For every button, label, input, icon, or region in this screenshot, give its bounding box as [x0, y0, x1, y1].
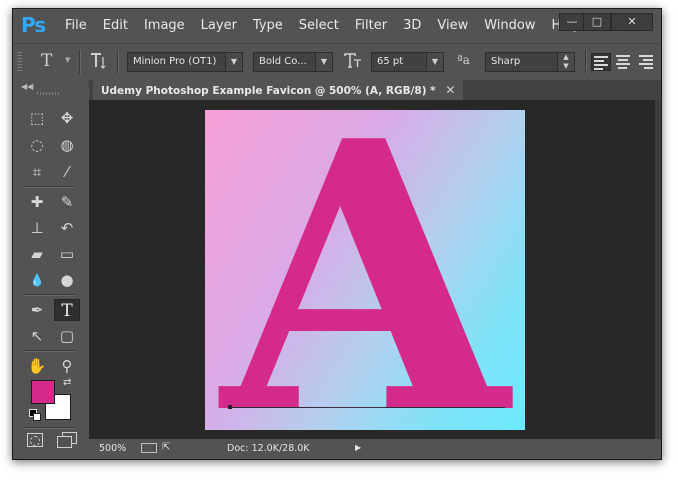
align-left-button[interactable]: [591, 53, 611, 71]
default-colors-icon[interactable]: [29, 409, 41, 421]
rectangular-marquee-icon[interactable]: ⬚: [24, 107, 50, 129]
lasso-icon[interactable]: ◌: [24, 134, 50, 156]
path-selection-icon[interactable]: ↖: [24, 325, 50, 347]
font-size-icon: [343, 51, 363, 75]
status-menu-arrow-icon[interactable]: ▶: [355, 443, 361, 452]
shape-tool-icon[interactable]: ▢: [54, 325, 80, 347]
font-size-value: 65 pt: [377, 56, 404, 67]
collapse-panel-icon[interactable]: ◀◀: [21, 82, 33, 91]
menu-window[interactable]: Window: [476, 9, 543, 43]
text-orientation-icon[interactable]: [89, 51, 107, 75]
antialias-value: Sharp: [491, 56, 521, 67]
crop-icon[interactable]: ⌗: [24, 161, 50, 183]
document-tab-bar: Udemy Photoshop Example Favicon @ 500% (…: [89, 80, 661, 100]
menu-file[interactable]: File: [57, 9, 95, 43]
menu-edit[interactable]: Edit: [95, 9, 136, 43]
document-profile-icon[interactable]: [141, 443, 157, 453]
gradient-icon[interactable]: ▭: [54, 243, 80, 265]
font-style-value: Bold Co...: [259, 56, 307, 67]
photoshop-window: Ps File Edit Image Layer Type Select Fil…: [12, 8, 662, 460]
document-tab-title: Udemy Photoshop Example Favicon @ 500% (…: [101, 85, 436, 97]
zoom-level[interactable]: 500%: [99, 443, 126, 454]
status-bar: 500% ⇱ Doc: 12.0K/28.0K ▶: [89, 439, 661, 459]
photoshop-logo: Ps: [21, 13, 46, 37]
canvas-area[interactable]: A: [89, 100, 655, 439]
menu-select[interactable]: Select: [291, 9, 347, 43]
screen-mode-icon[interactable]: [57, 432, 77, 448]
font-family-dropdown[interactable]: Minion Pro (OT1) ▼: [127, 52, 243, 72]
options-separator: [79, 50, 81, 74]
close-window-button[interactable]: ✕: [611, 13, 653, 31]
antialias-dropdown[interactable]: Sharp ▲ ▼: [485, 52, 575, 72]
hand-icon[interactable]: ✋: [24, 355, 50, 377]
align-center-button[interactable]: [614, 53, 634, 71]
move-tool-icon[interactable]: ✥: [54, 107, 80, 129]
clone-stamp-icon[interactable]: ⊥: [24, 217, 50, 239]
healing-brush-icon[interactable]: ✚: [24, 191, 50, 213]
minimize-button[interactable]: —: [559, 13, 585, 31]
zoom-icon[interactable]: ⚲: [54, 355, 80, 377]
antialias-icon: ªa: [457, 53, 470, 67]
tool-separator: [23, 294, 75, 296]
menu-layer[interactable]: Layer: [193, 9, 245, 43]
text-cursor-handle: [228, 405, 232, 409]
chevron-down-icon: ▼: [315, 53, 332, 71]
eyedropper-icon[interactable]: ⁄: [54, 161, 80, 183]
options-separator: [117, 50, 119, 74]
font-size-dropdown[interactable]: 65 pt ▼: [371, 52, 444, 72]
menu-image[interactable]: Image: [136, 9, 193, 43]
tool-separator: [23, 350, 75, 352]
font-family-value: Minion Pro (OT1): [133, 56, 217, 67]
options-separator: [585, 50, 587, 74]
maximize-button[interactable]: □: [583, 13, 611, 31]
toolbox-grip: [37, 92, 59, 95]
options-bar: T ▼ Minion Pro (OT1) ▼ Bold Co... ▼ 65 p…: [13, 43, 661, 81]
quick-selection-icon[interactable]: ◍: [54, 134, 80, 156]
quick-mask-icon[interactable]: [27, 433, 43, 447]
document-canvas[interactable]: A: [205, 110, 525, 430]
history-brush-icon[interactable]: ↶: [54, 217, 80, 239]
foreground-color-swatch[interactable]: [31, 380, 55, 404]
chevron-down-icon: ▼: [225, 53, 242, 71]
tool-separator: [23, 427, 75, 429]
align-right-button[interactable]: [637, 53, 657, 71]
eraser-icon[interactable]: ▰: [24, 243, 50, 265]
chevron-updown-icon: ▲ ▼: [557, 53, 574, 71]
type-tool-icon[interactable]: T: [54, 299, 80, 321]
tool-separator: [23, 186, 75, 188]
text-baseline: [230, 407, 505, 408]
letter-a-artwork: A: [216, 110, 517, 430]
menu-items: File Edit Image Layer Type Select Filter…: [57, 9, 589, 43]
swap-colors-icon[interactable]: ⇄: [63, 377, 71, 388]
letter-a-glyph: A: [216, 110, 517, 430]
menu-bar: Ps File Edit Image Layer Type Select Fil…: [13, 9, 661, 43]
type-tool-preset-icon[interactable]: T: [41, 51, 52, 71]
blur-icon[interactable]: 💧: [24, 269, 50, 291]
font-style-dropdown[interactable]: Bold Co... ▼: [253, 52, 333, 72]
pen-icon[interactable]: ✒: [24, 299, 50, 321]
chevron-down-icon: ▼: [426, 53, 443, 71]
tool-preset-arrow-icon[interactable]: ▼: [65, 56, 70, 64]
brush-icon[interactable]: ✎: [54, 191, 80, 213]
options-grip: [17, 52, 22, 72]
share-icon[interactable]: ⇱: [162, 442, 170, 453]
toolbox: ◀◀ ⬚ ✥ ◌ ◍ ⌗ ⁄ ✚ ✎ ⊥ ↶ ▰ ▭ 💧 ● ✒ T ↖ ▢ ✋…: [13, 80, 87, 459]
dodge-icon[interactable]: ●: [54, 269, 80, 291]
document-tab[interactable]: Udemy Photoshop Example Favicon @ 500% (…: [93, 80, 464, 100]
menu-type[interactable]: Type: [245, 9, 291, 43]
menu-view[interactable]: View: [429, 9, 476, 43]
menu-filter[interactable]: Filter: [347, 9, 395, 43]
vertical-scrollbar[interactable]: [655, 100, 661, 439]
document-size-info: Doc: 12.0K/28.0K: [227, 443, 310, 454]
menu-3d[interactable]: 3D: [395, 9, 429, 43]
close-tab-icon[interactable]: ✕: [445, 83, 455, 97]
